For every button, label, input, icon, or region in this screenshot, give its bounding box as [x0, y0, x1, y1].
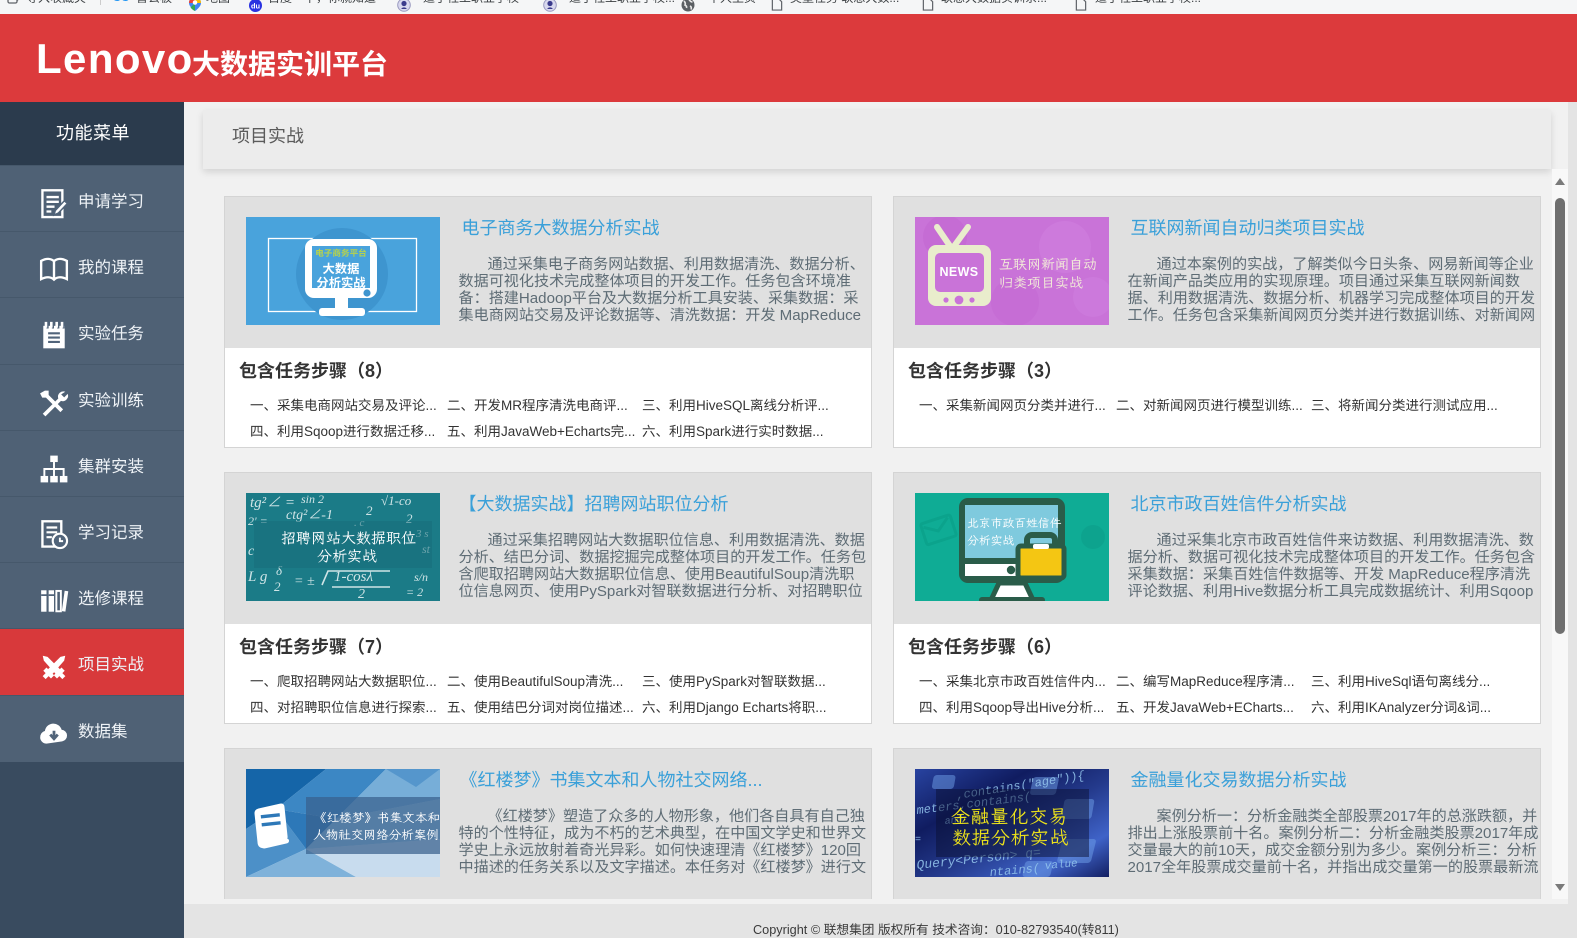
svg-text:2: 2 [366, 503, 373, 518]
svg-text:分析实战: 分析实战 [317, 547, 377, 566]
svg-text:分析实战: 分析实战 [967, 534, 1014, 549]
svg-text:=: = [915, 835, 921, 846]
svg-text:《红楼梦》书集文本和: 《红楼梦》书集文本和 [314, 809, 440, 826]
svg-text:ctg²∠-1: ctg²∠-1 [286, 508, 333, 523]
svg-text:s/n: s/n [414, 570, 428, 584]
svg-text:北京市政百姓信件: 北京市政百姓信件 [967, 516, 1062, 531]
svg-text:√1-co: √1-co [381, 493, 412, 508]
svg-text:电子商务平台: 电子商务平台 [315, 247, 367, 259]
svg-text:分析实战: 分析实战 [316, 273, 366, 291]
svg-text:数据分析实战: 数据分析实战 [952, 825, 1069, 850]
svg-text:= 2: = 2 [406, 585, 423, 599]
svg-text:招聘网站大数据职位: 招聘网站大数据职位 [281, 529, 416, 548]
svg-text:人物社交网络分析案例: 人物社交网络分析案例 [313, 826, 439, 843]
svg-text:du: du [251, 1, 261, 10]
svg-text:= ±: = ± [294, 574, 315, 589]
svg-text:c: c [248, 544, 255, 559]
svg-text:互联网新闻自动: 互联网新闻自动 [999, 255, 1097, 273]
svg-text:2: 2 [274, 579, 281, 594]
svg-text:L g: L g [247, 569, 268, 585]
svg-text:NEWS: NEWS [939, 265, 978, 279]
svg-text:归类项目实战: 归类项目实战 [999, 274, 1083, 292]
svg-text:sin 2: sin 2 [301, 493, 324, 506]
svg-text:2: 2 [358, 587, 365, 601]
